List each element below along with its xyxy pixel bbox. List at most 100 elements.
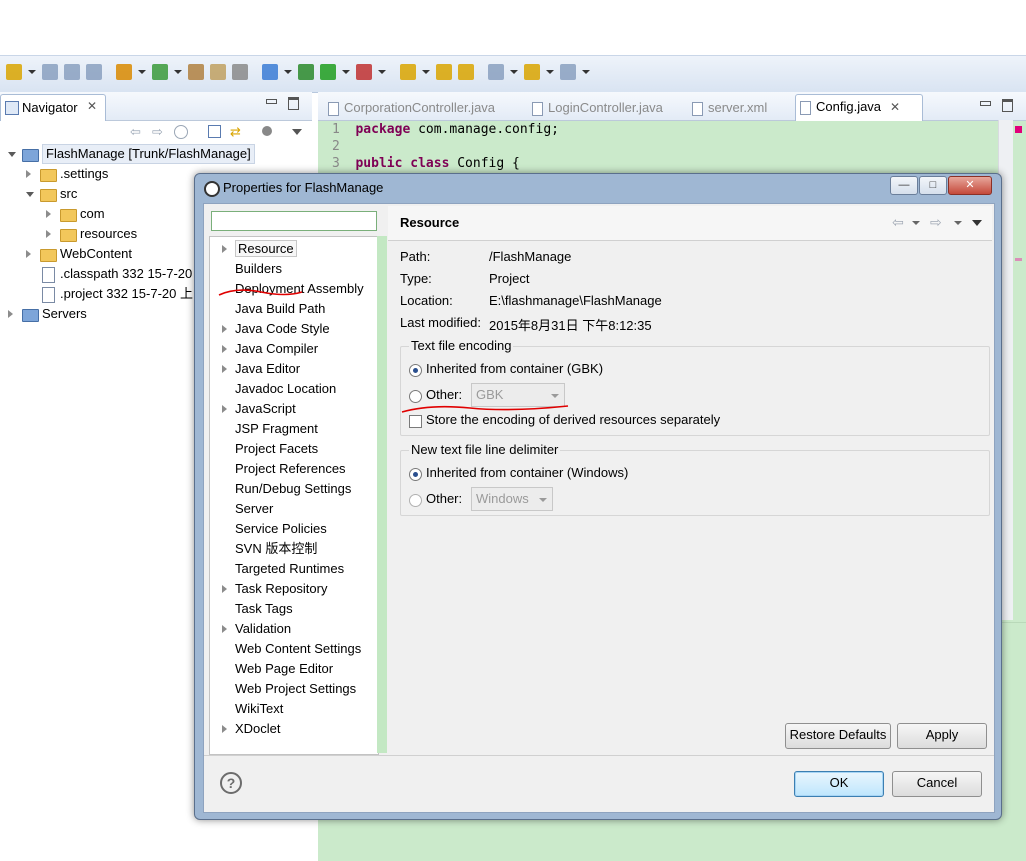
dropdown-arrow-icon[interactable] bbox=[138, 70, 146, 74]
collapsed-icon[interactable] bbox=[222, 625, 227, 633]
collapsed-icon[interactable] bbox=[222, 245, 227, 253]
up-icon[interactable] bbox=[174, 125, 188, 139]
collapsed-icon[interactable] bbox=[8, 310, 13, 318]
minimize-button[interactable]: — bbox=[890, 176, 918, 195]
dropdown-arrow-icon[interactable] bbox=[378, 70, 386, 74]
close-icon[interactable]: ✕ bbox=[890, 95, 900, 119]
save-icon[interactable] bbox=[42, 64, 58, 80]
expanded-icon[interactable] bbox=[8, 152, 16, 157]
property-page-item[interactable]: Javadoc Location bbox=[235, 379, 336, 399]
editor-tab[interactable]: server.xml bbox=[688, 96, 780, 120]
refresh-icon[interactable] bbox=[152, 64, 168, 80]
collapsed-icon[interactable] bbox=[46, 230, 51, 238]
property-page-item[interactable]: Service Policies bbox=[235, 519, 327, 539]
open-type-icon[interactable] bbox=[400, 64, 416, 80]
minimize-icon[interactable] bbox=[266, 99, 277, 104]
property-page-item[interactable]: Java Code Style bbox=[222, 319, 330, 339]
pin-icon[interactable] bbox=[188, 64, 204, 80]
forward-dropdown-icon[interactable] bbox=[954, 221, 962, 225]
ok-button[interactable]: OK bbox=[794, 771, 884, 797]
property-page-item[interactable]: Task Repository bbox=[222, 579, 327, 599]
property-page-item[interactable]: SVN 版本控制 bbox=[235, 539, 317, 559]
external-tools-icon[interactable] bbox=[356, 64, 372, 80]
collapse-all-icon[interactable] bbox=[208, 125, 221, 138]
dropdown-arrow-icon[interactable] bbox=[174, 70, 182, 74]
back-icon[interactable]: ⇦ bbox=[892, 214, 904, 231]
property-page-item[interactable]: JSP Fragment bbox=[235, 419, 318, 439]
minimize-icon[interactable] bbox=[980, 101, 991, 106]
dropdown-arrow-icon[interactable] bbox=[546, 70, 554, 74]
property-page-item[interactable]: Builders bbox=[235, 259, 282, 279]
property-page-item[interactable]: Validation bbox=[222, 619, 291, 639]
property-page-item[interactable]: Web Page Editor bbox=[235, 659, 333, 679]
back-icon[interactable]: ⇦ bbox=[130, 124, 141, 140]
property-page-item[interactable]: JavaScript bbox=[222, 399, 296, 419]
property-page-item[interactable]: Resource bbox=[222, 239, 297, 259]
forward-icon[interactable]: ⇨ bbox=[930, 214, 942, 231]
collapsed-icon[interactable] bbox=[222, 585, 227, 593]
inherited-delimiter-radio[interactable] bbox=[409, 468, 422, 481]
derived-encoding-checkbox[interactable] bbox=[409, 415, 422, 428]
cancel-button[interactable]: Cancel bbox=[892, 771, 982, 797]
other-delimiter-radio[interactable] bbox=[409, 494, 422, 507]
restore-defaults-button[interactable]: Restore Defaults bbox=[785, 723, 891, 749]
view-menu-icon[interactable] bbox=[972, 220, 982, 226]
expanded-icon[interactable] bbox=[26, 192, 34, 197]
property-page-item[interactable]: WikiText bbox=[235, 699, 283, 719]
maximize-button[interactable]: □ bbox=[919, 176, 947, 195]
collapsed-icon[interactable] bbox=[222, 405, 227, 413]
edit-icon[interactable] bbox=[210, 64, 226, 80]
property-page-item[interactable]: Task Tags bbox=[235, 599, 293, 619]
dropdown-arrow-icon[interactable] bbox=[342, 70, 350, 74]
property-page-item[interactable]: Java Build Path bbox=[235, 299, 325, 319]
maximize-icon[interactable] bbox=[288, 97, 299, 110]
dropdown-arrow-icon[interactable] bbox=[510, 70, 518, 74]
collapsed-icon[interactable] bbox=[222, 365, 227, 373]
next-annotation-icon[interactable] bbox=[488, 64, 504, 80]
help-icon[interactable]: ? bbox=[220, 772, 242, 794]
collapsed-icon[interactable] bbox=[222, 725, 227, 733]
back-icon[interactable] bbox=[524, 64, 540, 80]
search-icon[interactable] bbox=[458, 64, 474, 80]
forward-icon[interactable] bbox=[560, 64, 576, 80]
link-editor-icon[interactable]: ⇄ bbox=[230, 124, 241, 140]
property-page-item[interactable]: Project References bbox=[235, 459, 346, 479]
property-page-item[interactable]: Web Project Settings bbox=[235, 679, 356, 699]
property-page-item[interactable]: XDoclet bbox=[222, 719, 281, 739]
editor-tab[interactable]: CorporationController.java bbox=[324, 96, 514, 120]
collapsed-icon[interactable] bbox=[46, 210, 51, 218]
tree-item[interactable]: FlashManage [Trunk/FlashManage] bbox=[0, 144, 312, 164]
filter-icon[interactable] bbox=[262, 126, 272, 136]
new-icon[interactable] bbox=[6, 64, 22, 80]
inherited-encoding-radio[interactable] bbox=[409, 364, 422, 377]
dropdown-arrow-icon[interactable] bbox=[582, 70, 590, 74]
run-icon[interactable] bbox=[262, 64, 278, 80]
debug-icon[interactable] bbox=[298, 64, 314, 80]
save-all-icon[interactable] bbox=[64, 64, 80, 80]
navigator-tab[interactable]: Navigator ✕ bbox=[0, 94, 106, 121]
property-page-item[interactable]: Targeted Runtimes bbox=[235, 559, 344, 579]
filter-input[interactable] bbox=[211, 211, 377, 231]
forward-icon[interactable]: ⇨ bbox=[152, 124, 163, 140]
collapsed-icon[interactable] bbox=[222, 345, 227, 353]
dropdown-arrow-icon[interactable] bbox=[422, 70, 430, 74]
editor-tab[interactable]: LoginController.java bbox=[528, 96, 674, 120]
close-button[interactable]: ✕ bbox=[948, 176, 992, 195]
delimiter-combo[interactable]: Windows bbox=[471, 487, 553, 511]
apply-button[interactable]: Apply bbox=[897, 723, 987, 749]
property-page-item[interactable]: Run/Debug Settings bbox=[235, 479, 351, 499]
dropdown-arrow-icon[interactable] bbox=[28, 70, 36, 74]
play-icon[interactable] bbox=[320, 64, 336, 80]
collapsed-icon[interactable] bbox=[222, 325, 227, 333]
property-page-item[interactable]: Web Content Settings bbox=[235, 639, 361, 659]
collapsed-icon[interactable] bbox=[26, 170, 31, 178]
property-page-item[interactable]: Java Editor bbox=[222, 359, 300, 379]
back-dropdown-icon[interactable] bbox=[912, 221, 920, 225]
copy-icon[interactable] bbox=[232, 64, 248, 80]
collapsed-icon[interactable] bbox=[26, 250, 31, 258]
view-menu-icon[interactable] bbox=[292, 129, 302, 135]
editor-tab[interactable]: Config.java ✕ bbox=[795, 94, 923, 121]
property-page-item[interactable]: Project Facets bbox=[235, 439, 318, 459]
open-resource-icon[interactable] bbox=[436, 64, 452, 80]
property-page-item[interactable]: Server bbox=[235, 499, 273, 519]
